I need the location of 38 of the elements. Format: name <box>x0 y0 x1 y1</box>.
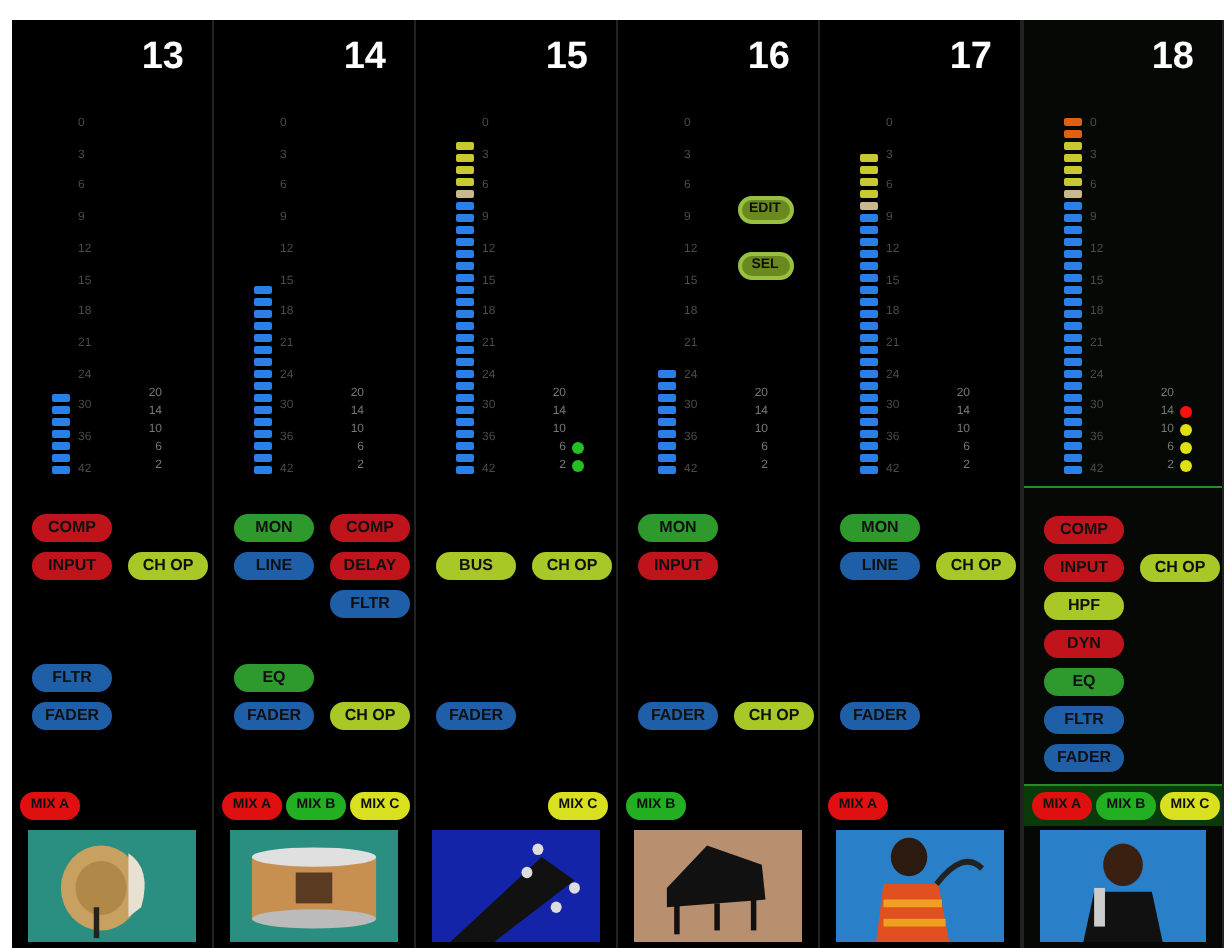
pill-button[interactable]: LINE <box>234 552 314 580</box>
pill-button[interactable]: CH OP <box>936 552 1016 580</box>
pill-button[interactable]: CH OP <box>1140 554 1220 582</box>
pill-button[interactable]: EQ <box>234 664 314 692</box>
pill-button[interactable]: BUS <box>436 552 516 580</box>
channel-number: 15 <box>545 33 588 82</box>
pill-button[interactable]: FADER <box>436 702 516 730</box>
pill-button[interactable]: INPUT <box>1044 554 1124 582</box>
channel-number: 13 <box>141 33 184 82</box>
pill-button[interactable]: DELAY <box>330 552 410 580</box>
pill-button[interactable]: COMP <box>32 514 112 542</box>
pill-button[interactable]: COMP <box>330 514 410 542</box>
pill-button[interactable]: FLTR <box>330 590 410 618</box>
pill-button[interactable]: EQ <box>1044 668 1124 696</box>
pill-button[interactable]: CH OP <box>734 702 814 730</box>
pill-button[interactable]: INPUT <box>32 552 112 580</box>
pill-button[interactable]: FADER <box>638 702 718 730</box>
pill-button[interactable]: LINE <box>840 552 920 580</box>
pill-button[interactable]: HPF <box>1044 592 1124 620</box>
channel-number: 18 <box>1151 33 1194 82</box>
pill-button[interactable]: INPUT <box>638 552 718 580</box>
pill-button[interactable]: DYN <box>1044 630 1124 658</box>
pill-button[interactable]: FADER <box>1044 744 1124 772</box>
channel-number: 16 <box>747 33 790 82</box>
pill-button[interactable]: FLTR <box>1044 706 1124 734</box>
pill-button[interactable]: CH OP <box>532 552 612 580</box>
pill-button[interactable]: CH OP <box>128 552 208 580</box>
pill-button[interactable]: FADER <box>840 702 920 730</box>
pill-button[interactable]: FLTR <box>32 664 112 692</box>
pill-button[interactable]: FADER <box>234 702 314 730</box>
pill-button[interactable]: MON <box>840 514 920 542</box>
pill-button[interactable]: COMP <box>1044 516 1124 544</box>
channel-number: 14 <box>343 33 386 82</box>
pill-button[interactable]: CH OP <box>330 702 410 730</box>
channel-number: 17 <box>949 33 992 82</box>
pill-button[interactable]: FADER <box>32 702 112 730</box>
pill-button[interactable]: MON <box>234 514 314 542</box>
pill-button[interactable]: MON <box>638 514 718 542</box>
